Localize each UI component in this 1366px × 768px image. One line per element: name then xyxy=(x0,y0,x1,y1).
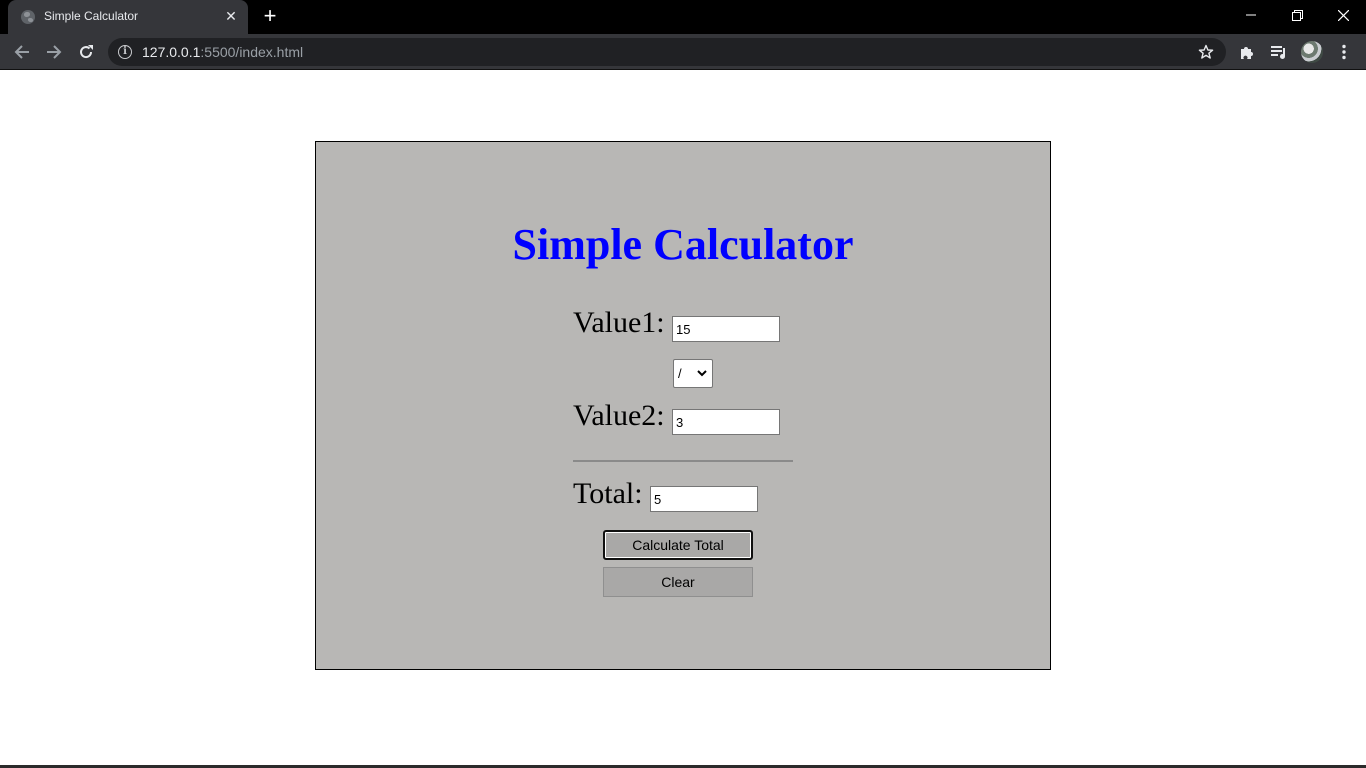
page-title: Simple Calculator xyxy=(512,220,854,269)
arrow-right-icon xyxy=(47,45,62,59)
new-tab-button[interactable]: + xyxy=(258,5,282,29)
total-output[interactable] xyxy=(650,486,758,512)
chevron-down-icon xyxy=(697,370,707,377)
browser-tab[interactable]: Simple Calculator ✕ xyxy=(8,0,248,34)
forward-button[interactable] xyxy=(40,38,68,66)
reload-button[interactable] xyxy=(72,38,100,66)
calculator-panel: Simple Calculator Value1: / Value2: Tota… xyxy=(315,141,1051,670)
operator-select[interactable]: / xyxy=(673,359,713,388)
arrow-left-icon xyxy=(14,45,29,59)
profile-avatar[interactable] xyxy=(1301,41,1323,63)
address-bar[interactable]: i 127.0.0.1:5500/index.html xyxy=(108,38,1226,66)
clear-button[interactable]: Clear xyxy=(603,567,753,597)
close-tab-icon[interactable]: ✕ xyxy=(222,7,240,25)
url-path: :5500/index.html xyxy=(200,44,304,60)
value1-label: Value1: xyxy=(573,306,665,339)
restore-button[interactable] xyxy=(1274,0,1320,30)
minimize-icon xyxy=(1246,14,1256,16)
media-playlist-icon[interactable] xyxy=(1265,38,1293,66)
value2-input[interactable] xyxy=(672,409,780,435)
total-label: Total: xyxy=(573,477,643,510)
back-button[interactable] xyxy=(8,38,36,66)
info-icon[interactable]: i xyxy=(118,45,132,59)
close-icon xyxy=(1337,9,1349,21)
reload-icon xyxy=(80,45,93,59)
url-host: 127.0.0.1 xyxy=(142,44,201,60)
value2-label: Value2: xyxy=(573,399,665,432)
page-viewport: Simple Calculator Value1: / Value2: Tota… xyxy=(0,71,1366,768)
divider-line xyxy=(573,460,793,462)
tab-title: Simple Calculator xyxy=(44,9,139,23)
menu-kebab-icon[interactable] xyxy=(1330,38,1358,66)
url-text[interactable]: 127.0.0.1:5500/index.html xyxy=(142,44,303,60)
tab-strip: Simple Calculator ✕ + xyxy=(0,0,1366,34)
browser-toolbar: i 127.0.0.1:5500/index.html xyxy=(0,34,1366,70)
minimize-button[interactable] xyxy=(1228,0,1274,30)
globe-icon xyxy=(21,10,35,24)
operator-selected-value: / xyxy=(678,366,682,381)
close-window-button[interactable] xyxy=(1320,0,1366,30)
value1-input[interactable] xyxy=(672,316,780,342)
bookmark-star-icon[interactable] xyxy=(1196,42,1216,62)
extensions-puzzle-icon[interactable] xyxy=(1233,38,1261,66)
calculate-total-button[interactable]: Calculate Total xyxy=(603,530,753,560)
restore-icon xyxy=(1291,9,1303,21)
